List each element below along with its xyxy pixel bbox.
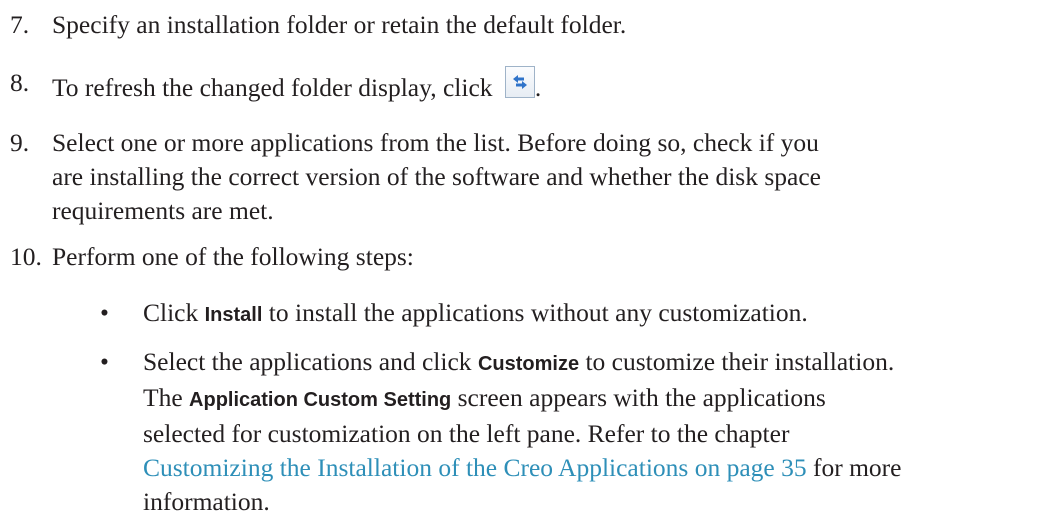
refresh-icon <box>504 66 535 98</box>
step-text-line: are installing the correct version of th… <box>52 162 821 191</box>
chapter-link[interactable]: Customizing the Installation of the Creo… <box>143 453 807 482</box>
step-number: 8. <box>10 68 30 97</box>
bullet-text: Select the applications and click Custom… <box>143 347 902 516</box>
step-number: 9. <box>10 128 30 157</box>
install-button-label: Install <box>204 304 263 326</box>
bullet-text: Click Install to install the application… <box>143 298 808 327</box>
step-text-line: requirements are met. <box>52 196 274 225</box>
step-text: To refresh the changed folder display, c… <box>52 66 1042 105</box>
document-page: 7. Specify an installation folder or ret… <box>0 0 1058 531</box>
step-text-after: . <box>534 73 542 102</box>
step-text: Specify an installation folder or retain… <box>52 10 627 39</box>
step-text-line: Select one or more applications from the… <box>52 128 819 157</box>
customize-button-label: Customize <box>477 353 580 375</box>
step-text: Select one or more applications from the… <box>52 126 1042 228</box>
bullet-symbol: • <box>100 298 109 327</box>
bullet-symbol: • <box>100 347 109 376</box>
step-text: Perform one of the following steps: <box>52 242 414 271</box>
custom-setting-screen-label: Application Custom Setting <box>189 389 452 411</box>
step-text-before: To refresh the changed folder display, c… <box>52 73 499 102</box>
step-number: 10. <box>10 242 42 271</box>
step-number: 7. <box>10 10 30 39</box>
